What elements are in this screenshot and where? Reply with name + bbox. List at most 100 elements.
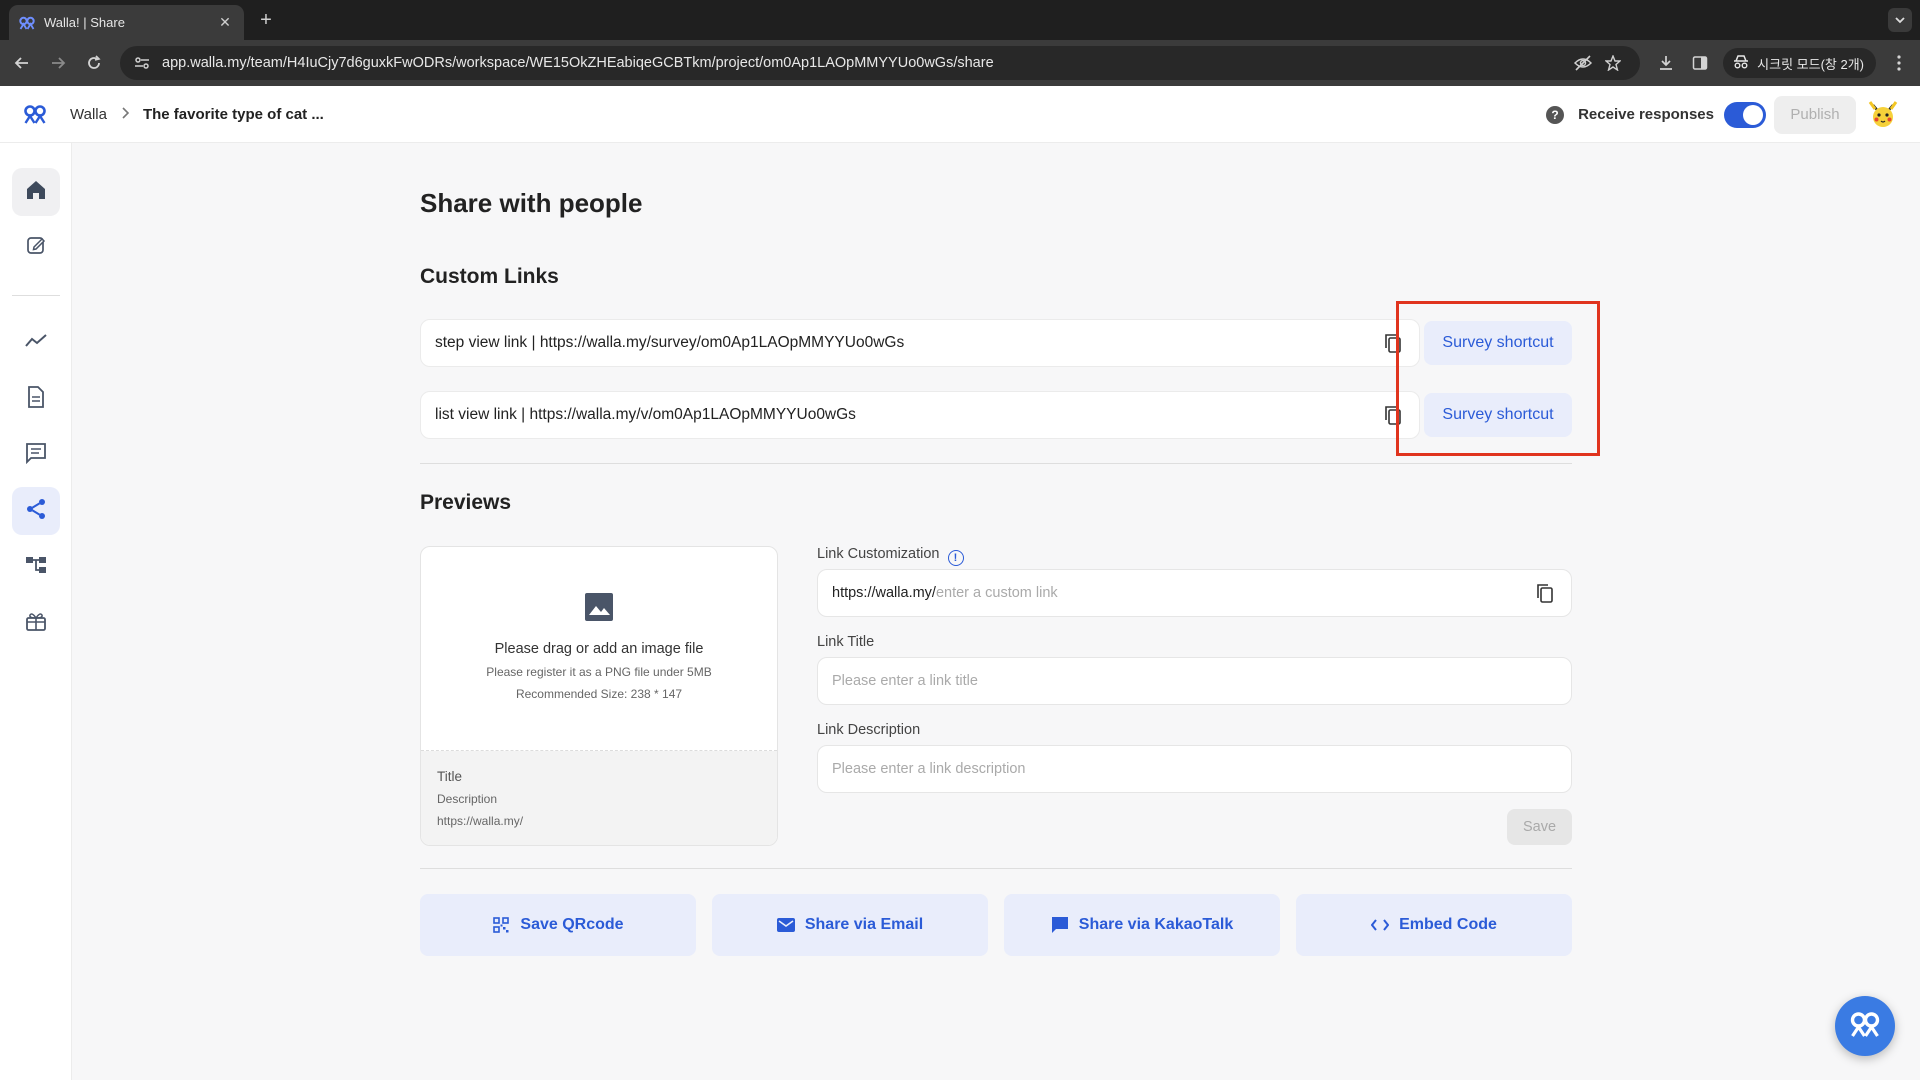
incognito-label: 시크릿 모드(창 2개): [1757, 56, 1864, 72]
document-icon: [27, 385, 45, 413]
incognito-badge[interactable]: 시크릿 모드(창 2개): [1723, 48, 1876, 78]
list-view-link-row: list view link | https://walla.my/v/om0A…: [420, 391, 1420, 439]
custom-link-prefix: https://walla.my/: [832, 585, 936, 601]
sidebar: [0, 143, 72, 1080]
toggle-knob: [1743, 104, 1763, 125]
sidebar-item-share[interactable]: [12, 487, 60, 535]
tab-search-icon[interactable]: [1888, 8, 1912, 32]
embed-code-label: Embed Code: [1399, 916, 1497, 933]
info-icon[interactable]: !: [947, 550, 964, 566]
breadcrumb-chevron-icon: [121, 106, 130, 122]
walla-logo-icon[interactable]: [20, 99, 50, 129]
gift-icon: [25, 610, 47, 637]
bookmark-star-icon[interactable]: [1598, 48, 1628, 78]
link-preview-card: Please drag or add an image file Please …: [420, 546, 778, 846]
sidebar-item-gift[interactable]: [12, 599, 60, 647]
link-description-placeholder: Please enter a link description: [832, 761, 1026, 777]
preview-url: https://walla.my/: [437, 814, 524, 828]
save-qrcode-label: Save QRcode: [520, 916, 624, 933]
share-icon: [25, 498, 47, 525]
site-settings-icon[interactable]: [132, 53, 152, 73]
sidebar-item-analytics[interactable]: [12, 319, 60, 367]
code-icon: [1371, 916, 1390, 934]
walla-favicon-icon: [19, 15, 35, 31]
dropzone-size-hint: Recommended Size: 238 * 147: [515, 687, 683, 701]
avatar[interactable]: [1866, 98, 1900, 132]
browser-tab-strip: Walla! | Share ✕ +: [0, 0, 1920, 40]
highlight-annotation-box: [1396, 301, 1600, 456]
preview-title: Title: [437, 769, 463, 784]
floating-chat-button[interactable]: [1835, 996, 1895, 1056]
flow-icon: [25, 555, 47, 580]
previews-title: Previews: [420, 491, 512, 514]
sidebar-item-integrations[interactable]: [12, 543, 60, 591]
app-header: Walla The favorite type of cat ... ? Rec…: [0, 86, 1920, 143]
link-title-label: Link Title: [817, 634, 875, 650]
url-text: app.walla.my/team/H4IuCjy7d6guxkFwODRs/w…: [162, 55, 994, 71]
link-title-input[interactable]: Please enter a link title: [817, 657, 1572, 705]
forward-icon[interactable]: [44, 49, 72, 77]
share-email-button[interactable]: Share via Email: [712, 894, 988, 956]
preview-description: Description: [437, 792, 498, 806]
reload-icon[interactable]: [80, 49, 108, 77]
dropzone-title: Please drag or add an image file: [494, 641, 704, 657]
comment-icon: [25, 442, 47, 469]
link-customization-text: Link Customization: [817, 546, 940, 562]
more-menu-icon[interactable]: [1882, 46, 1916, 80]
help-icon[interactable]: ?: [1546, 105, 1565, 124]
receive-responses-toggle[interactable]: [1724, 101, 1766, 128]
eye-off-icon[interactable]: [1568, 48, 1598, 78]
walla-chat-icon: [1849, 1011, 1881, 1042]
custom-link-input[interactable]: https://walla.my/ enter a custom link: [817, 569, 1572, 617]
new-tab-icon[interactable]: +: [254, 9, 278, 33]
receive-responses-label: Receive responses: [1578, 106, 1714, 123]
chat-bubble-icon: [1051, 916, 1069, 934]
custom-link-placeholder: enter a custom link: [935, 585, 1058, 601]
step-view-link-text: step view link | https://walla.my/survey…: [435, 334, 905, 351]
back-icon[interactable]: [8, 49, 36, 77]
step-view-link-row: step view link | https://walla.my/survey…: [420, 319, 1420, 367]
custom-links-title: Custom Links: [420, 265, 559, 288]
page-title: Share with people: [420, 188, 643, 218]
link-customization-label: Link Customization!: [817, 546, 964, 566]
browser-toolbar: app.walla.my/team/H4IuCjy7d6guxkFwODRs/w…: [0, 40, 1920, 86]
share-kakaotalk-label: Share via KakaoTalk: [1078, 916, 1234, 933]
publish-button[interactable]: Publish: [1774, 95, 1856, 134]
breadcrumb-root[interactable]: Walla: [70, 106, 107, 123]
link-title-placeholder: Please enter a link title: [832, 673, 978, 689]
sidebar-item-comments[interactable]: [12, 431, 60, 479]
home-icon: [25, 179, 47, 206]
sidebar-item-edit[interactable]: [12, 223, 60, 271]
sidebar-item-home[interactable]: [12, 168, 60, 216]
image-icon: [583, 591, 615, 623]
side-panel-icon[interactable]: [1683, 46, 1717, 80]
breadcrumb-current[interactable]: The favorite type of cat ...: [143, 106, 324, 123]
save-button[interactable]: Save: [1507, 809, 1572, 845]
tab-title: Walla! | Share: [44, 15, 125, 30]
download-icon[interactable]: [1649, 46, 1683, 80]
image-dropzone[interactable]: Please drag or add an image file Please …: [421, 547, 777, 751]
sidebar-divider: [12, 295, 60, 296]
preview-meta: Title Description https://walla.my/: [421, 751, 777, 845]
save-qrcode-button[interactable]: Save QRcode: [420, 894, 696, 956]
analytics-icon: [25, 333, 47, 353]
email-icon: [776, 916, 795, 934]
edit-icon: [26, 235, 46, 260]
share-email-label: Share via Email: [804, 916, 924, 933]
embed-code-button[interactable]: Embed Code: [1296, 894, 1572, 956]
section-divider: [420, 463, 1572, 464]
link-description-label: Link Description: [817, 722, 921, 738]
link-description-input[interactable]: Please enter a link description: [817, 745, 1572, 793]
tab-close-icon[interactable]: ✕: [216, 14, 234, 31]
copy-icon[interactable]: [1533, 581, 1557, 605]
section-divider: [420, 868, 1572, 869]
browser-tab[interactable]: Walla! | Share ✕: [9, 5, 244, 40]
sidebar-item-responses[interactable]: [12, 375, 60, 423]
main-content: Share with people Custom Links step view…: [72, 143, 1920, 1080]
qrcode-icon: [492, 916, 510, 934]
address-bar[interactable]: app.walla.my/team/H4IuCjy7d6guxkFwODRs/w…: [120, 46, 1640, 80]
list-view-link-text: list view link | https://walla.my/v/om0A…: [435, 406, 856, 423]
dropzone-subtitle: Please register it as a PNG file under 5…: [486, 665, 712, 679]
incognito-icon: [1733, 54, 1749, 72]
share-kakaotalk-button[interactable]: Share via KakaoTalk: [1004, 894, 1280, 956]
